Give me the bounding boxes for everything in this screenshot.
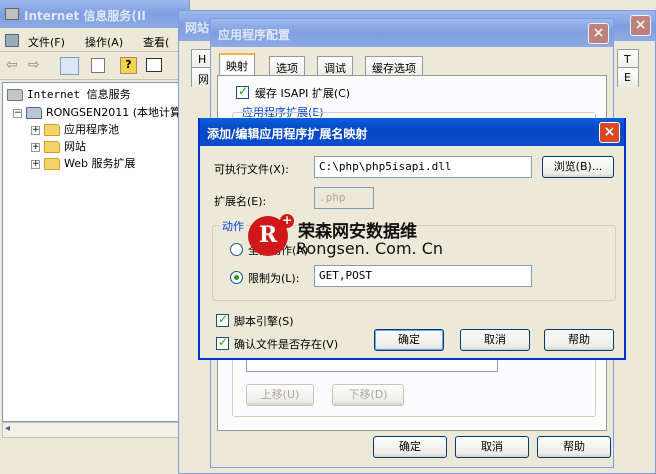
menu-bar: 文件(F) 操作(A) 查看( <box>0 30 190 52</box>
browse-button[interactable]: 浏览(B)... <box>542 156 614 178</box>
exe-input[interactable]: C:\php\php5isapi.dll <box>314 156 532 178</box>
move-up-label: 上移(U) <box>260 388 300 401</box>
dialog-close-button[interactable]: × <box>599 122 620 143</box>
folder-icon <box>44 158 60 170</box>
tab-mapping[interactable]: 映射 <box>219 53 255 76</box>
menu-action[interactable]: 操作(A) <box>85 34 123 50</box>
site-tab-h-label: H <box>198 53 207 66</box>
cache-isapi-label: 缓存 ISAPI 扩展(C) <box>255 87 351 100</box>
ext-input[interactable]: .php <box>314 187 374 209</box>
tree-root-label: Internet 信息服务 <box>27 88 131 101</box>
site-title: 网站 <box>185 21 210 35</box>
limit-to-label: 限制为(L): <box>248 272 300 285</box>
tab-debug-label: 调试 <box>324 62 346 75</box>
scroll-left-icon[interactable]: ◂ <box>5 423 10 434</box>
iis-icon <box>5 8 19 20</box>
all-verbs-radio[interactable] <box>230 243 243 256</box>
cache-isapi-checkbox[interactable] <box>236 84 249 99</box>
mmc-window: Internet 信息服务(II 文件(F) 操作(A) 查看( ⇦ ⇨ ? I… <box>0 0 192 474</box>
tree-pane: Internet 信息服务 − RONGSEN2011 (本地计算机 + 应用程序池… <box>2 82 192 422</box>
help-icon[interactable]: ? <box>120 57 137 74</box>
expand-icon[interactable]: + <box>31 159 40 169</box>
menu-file[interactable]: 文件(F) <box>28 34 65 50</box>
site-tab-t-label: T <box>624 53 631 66</box>
exe-label: 可执行文件(X): <box>214 163 289 176</box>
mmc-title: Internet 信息服务(II <box>24 9 146 23</box>
forward-arrow-icon[interactable]: ⇨ <box>28 57 40 73</box>
move-down-label: 下移(D) <box>348 388 388 401</box>
site-tab-e-label: E <box>624 71 631 84</box>
dialog-title: 添加/编辑应用程序扩展名映射 <box>207 127 368 141</box>
horizontal-scrollbar[interactable]: ◂ ▸ <box>2 422 188 438</box>
dialog-cancel-label: 取消 <box>484 333 506 346</box>
computer-icon <box>7 89 23 101</box>
tab-mapping-label: 映射 <box>226 60 248 73</box>
folder-icon <box>44 141 60 153</box>
tree-item-label: 网站 <box>64 140 86 153</box>
tab-cache-options-label: 缓存选项 <box>372 62 416 75</box>
dialog-ok-label: 确定 <box>398 333 420 346</box>
tab-options-label: 选项 <box>276 62 298 75</box>
site-tab-net-label: 网 <box>198 73 209 86</box>
tree-item-app-pools[interactable]: + 应用程序池 <box>31 121 119 137</box>
menu-icon <box>5 34 19 47</box>
show-tree-icon[interactable] <box>60 57 79 75</box>
properties-icon[interactable] <box>91 58 105 73</box>
site-tab-t[interactable]: T <box>617 49 639 69</box>
verbs-group-label: 动作 <box>220 218 246 234</box>
toolbar: ⇦ ⇨ ? <box>0 53 190 80</box>
site-close-button[interactable]: × <box>630 15 651 36</box>
collapse-icon[interactable]: − <box>13 108 22 118</box>
expand-icon[interactable]: + <box>31 125 40 135</box>
tab-debug[interactable]: 调试 <box>317 56 353 76</box>
edit-mapping-dialog: 添加/编辑应用程序扩展名映射 × 可执行文件(X): C:\php\php5is… <box>198 118 626 360</box>
verify-file-label: 确认文件是否存在(V) <box>234 338 339 351</box>
dialog-help-label: 帮助 <box>568 333 590 346</box>
limit-to-radio[interactable] <box>230 271 243 284</box>
mmc-title-bar[interactable]: Internet 信息服务(II <box>0 0 189 28</box>
script-engine-label: 脚本引擎(S) <box>234 315 294 328</box>
tree-server-label: RONGSEN2011 (本地计算机 <box>46 106 192 119</box>
watermark-logo-letter: R <box>258 222 278 248</box>
tree-root[interactable]: Internet 信息服务 <box>7 86 131 102</box>
dialog-cancel-button[interactable]: 取消 <box>460 329 530 351</box>
limit-to-input[interactable]: GET,POST <box>314 265 532 287</box>
tree-item-label: Web 服务扩展 <box>64 157 136 170</box>
site-tab-e[interactable]: E <box>617 67 639 87</box>
app-config-ok-button[interactable]: 确定 <box>373 436 447 458</box>
script-engine-checkbox[interactable] <box>216 312 229 327</box>
tree-item-web-extensions[interactable]: + Web 服务扩展 <box>31 155 135 171</box>
move-down-button[interactable]: 下移(D) <box>332 384 404 406</box>
app-config-title: 应用程序配置 <box>218 28 291 42</box>
app-config-close-button[interactable]: × <box>588 23 609 44</box>
app-config-cancel-button[interactable]: 取消 <box>455 436 529 458</box>
dialog-help-button[interactable]: 帮助 <box>544 329 614 351</box>
dialog-title-bar[interactable]: 添加/编辑应用程序扩展名映射 <box>200 118 624 146</box>
watermark-plus-icon: + <box>280 213 294 228</box>
app-config-help-label: 帮助 <box>563 440 585 453</box>
back-arrow-icon[interactable]: ⇦ <box>6 57 18 73</box>
app-config-ok-label: 确定 <box>399 440 421 453</box>
server-icon <box>26 107 42 119</box>
tree-item-label: 应用程序池 <box>64 123 119 136</box>
app-config-cancel-label: 取消 <box>481 440 503 453</box>
ext-label: 扩展名(E): <box>214 195 267 208</box>
console-icon[interactable] <box>146 58 162 72</box>
tree-item-websites[interactable]: + 网站 <box>31 138 86 154</box>
tab-cache-options[interactable]: 缓存选项 <box>365 56 423 76</box>
app-config-title-bar[interactable]: 应用程序配置 <box>211 19 613 47</box>
dialog-ok-button[interactable]: 确定 <box>374 329 444 351</box>
app-config-help-button[interactable]: 帮助 <box>537 436 611 458</box>
menu-view[interactable]: 查看( <box>143 34 169 50</box>
tab-options[interactable]: 选项 <box>269 56 305 76</box>
tree-server[interactable]: − RONGSEN2011 (本地计算机 <box>13 104 192 120</box>
move-up-button[interactable]: 上移(U) <box>246 384 314 406</box>
browse-label: 浏览(B)... <box>553 160 603 173</box>
watermark-url: Rongsen. Com. Cn <box>296 239 444 258</box>
folder-icon <box>44 124 60 136</box>
expand-icon[interactable]: + <box>31 142 40 152</box>
verify-file-checkbox[interactable] <box>216 335 229 350</box>
